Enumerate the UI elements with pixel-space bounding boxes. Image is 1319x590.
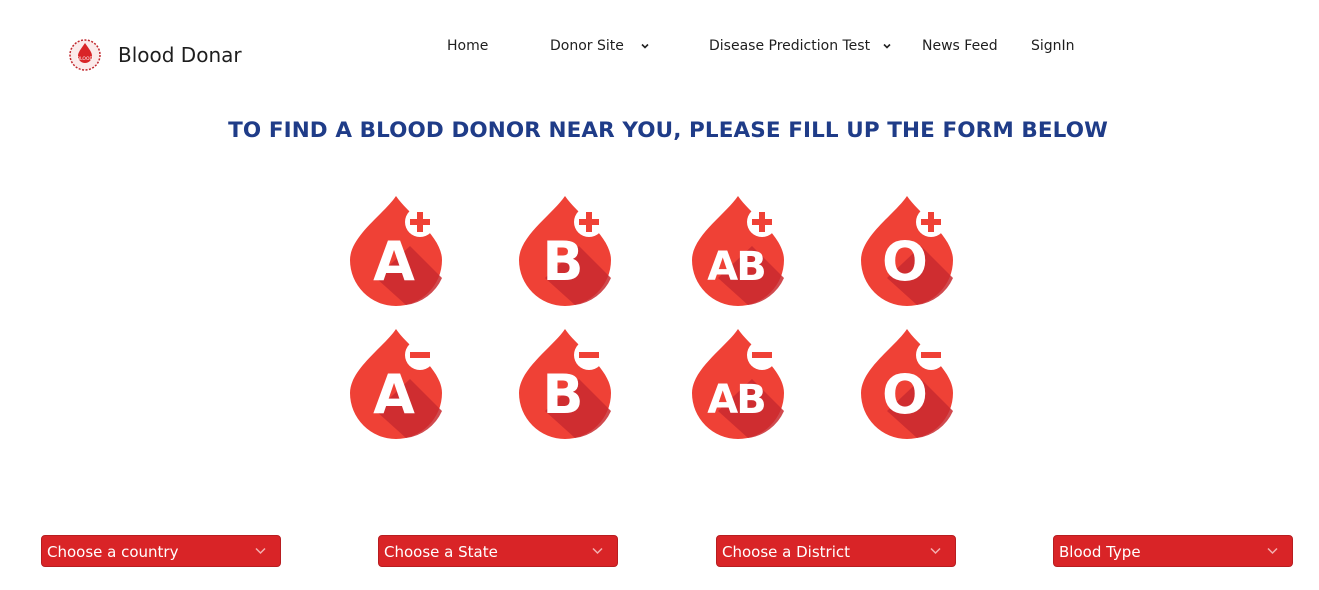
blood-drop-a-positive-icon[interactable]: A — [344, 192, 448, 308]
blood-drop-ab-negative-icon[interactable]: AB — [686, 325, 790, 441]
blood-type-select[interactable]: Blood Type — [1053, 535, 1293, 567]
country-select[interactable]: Choose a country — [41, 535, 281, 567]
brand-name: Blood Donar — [118, 43, 242, 67]
navbar: BLOOD Blood Donar Home Donor Site Diseas… — [0, 0, 1319, 100]
chevron-down-icon — [930, 547, 941, 555]
blood-group-label: A — [373, 363, 415, 426]
nav-news-feed[interactable]: News Feed — [922, 38, 998, 54]
blood-drop-a-negative-icon[interactable]: A — [344, 325, 448, 441]
nav-donor-site[interactable]: Donor Site — [550, 38, 650, 54]
blood-group-label: AB — [707, 244, 764, 290]
nav-signin[interactable]: SignIn — [1031, 38, 1075, 54]
nav-donor-site-label: Donor Site — [550, 38, 624, 54]
state-select[interactable]: Choose a State — [378, 535, 618, 567]
chevron-down-icon — [641, 43, 649, 49]
blood-drop-ab-positive-icon[interactable]: AB — [686, 192, 790, 308]
blood-drop-o-negative-icon[interactable]: O — [855, 325, 959, 441]
blood-group-label: O — [882, 363, 928, 426]
blood-group-label: B — [542, 230, 583, 293]
chevron-down-icon — [592, 547, 603, 555]
nav-home-label: Home — [447, 38, 489, 54]
nav-signin-label: SignIn — [1031, 38, 1075, 54]
blood-group-label: A — [373, 230, 415, 293]
district-select[interactable]: Choose a District — [716, 535, 956, 567]
brand[interactable]: BLOOD Blood Donar — [68, 38, 242, 72]
blood-group-label: B — [542, 363, 583, 426]
blood-group-label: O — [882, 230, 928, 293]
blood-drop-b-positive-icon[interactable]: B — [513, 192, 617, 308]
state-select-value: Choose a State — [384, 543, 498, 561]
nav-home[interactable]: Home — [447, 38, 488, 54]
page-headline: TO FIND A BLOOD DONOR NEAR YOU, PLEASE F… — [228, 118, 1108, 143]
blood-type-select-value: Blood Type — [1059, 543, 1141, 561]
blood-group-label: AB — [707, 377, 764, 423]
nav-disease-prediction-label: Disease Prediction Test — [709, 38, 871, 54]
nav-news-feed-label: News Feed — [922, 38, 998, 54]
blood-drop-o-positive-icon[interactable]: O — [855, 192, 959, 308]
district-select-value: Choose a District — [722, 543, 850, 561]
chevron-down-icon — [883, 43, 891, 49]
chevron-down-icon — [1267, 547, 1278, 555]
chevron-down-icon — [255, 547, 266, 555]
blood-drop-b-negative-icon[interactable]: B — [513, 325, 617, 441]
brand-logo-text: BLOOD — [77, 56, 94, 62]
blood-drop-logo-icon: BLOOD — [69, 39, 101, 71]
nav-disease-prediction[interactable]: Disease Prediction Test — [709, 38, 892, 54]
country-select-value: Choose a country — [47, 543, 179, 561]
